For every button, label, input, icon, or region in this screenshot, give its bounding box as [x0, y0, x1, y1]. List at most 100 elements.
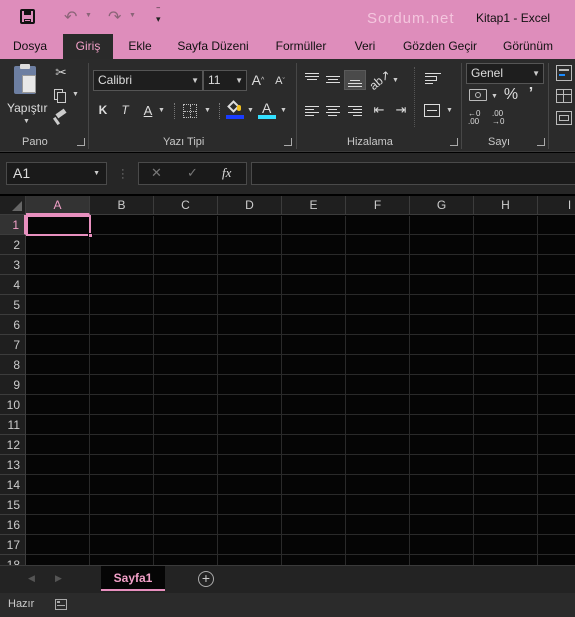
font-launcher-icon[interactable]	[284, 138, 292, 146]
font-color-icon[interactable]: A	[258, 100, 276, 120]
row-header-1[interactable]: 1	[0, 215, 26, 235]
bold-button[interactable]: K	[95, 101, 111, 119]
comma-button[interactable]: ’	[525, 85, 537, 103]
copy-dropdown-icon[interactable]: ▼	[72, 91, 79, 98]
orientation-icon[interactable]: ab↗	[367, 67, 394, 93]
worksheet-grid[interactable]: ABCDEFGHI 1 2 3 4 5 6 7 8 9 10 11 12 13 14 15 16 17 18	[0, 196, 575, 565]
row-header-2[interactable]: 2	[0, 235, 26, 255]
column-header-h[interactable]: H	[474, 196, 538, 215]
font-size-combo[interactable]: 11 ▼	[203, 70, 247, 91]
percent-button[interactable]: %	[502, 86, 520, 104]
fill-color-icon[interactable]	[226, 100, 244, 120]
add-sheet-button[interactable]: +	[198, 571, 214, 587]
currency-dropdown-icon[interactable]: ▼	[491, 93, 498, 100]
decrease-decimal-icon[interactable]: .00 →0	[492, 110, 514, 126]
sheet-nav-right-icon[interactable]: ▶	[55, 573, 62, 584]
font-color-dropdown-icon[interactable]: ▼	[280, 107, 287, 114]
tab-ekle[interactable]: Ekle	[120, 34, 160, 59]
undo-dropdown-icon[interactable]: ▼	[85, 12, 92, 19]
align-middle-icon[interactable]	[326, 74, 340, 85]
cut-icon[interactable]: ✂	[52, 63, 70, 81]
row-header-8[interactable]: 8	[0, 355, 26, 375]
row-header-9[interactable]: 9	[0, 375, 26, 395]
align-top-icon[interactable]	[305, 71, 319, 82]
paste-button[interactable]: Yapıştır ▼	[4, 63, 48, 133]
merge-dropdown-icon[interactable]: ▼	[446, 107, 453, 114]
column-header-c[interactable]: C	[154, 196, 218, 215]
borders-dropdown-icon[interactable]: ▼	[204, 107, 211, 114]
customize-qat-icon[interactable]: ‾ ▾	[156, 8, 161, 24]
row-header-10[interactable]: 10	[0, 395, 26, 415]
align-center-icon[interactable]	[326, 104, 340, 118]
sheet-nav-left-icon[interactable]: ◀	[28, 573, 35, 584]
column-header-d[interactable]: D	[218, 196, 282, 215]
tab-giris[interactable]: Giriş	[63, 34, 113, 59]
row-header-18[interactable]: 18	[0, 555, 26, 565]
column-header-g[interactable]: G	[410, 196, 474, 215]
row-header-4[interactable]: 4	[0, 275, 26, 295]
copy-icon[interactable]	[51, 86, 69, 104]
column-header-f[interactable]: F	[346, 196, 410, 215]
orientation-dropdown-icon[interactable]: ▼	[392, 77, 399, 84]
cancel-icon[interactable]: ✕	[151, 165, 162, 181]
tab-veri[interactable]: Veri	[346, 34, 384, 59]
tab-formuller[interactable]: Formüller	[267, 34, 335, 59]
column-header-i[interactable]: I	[538, 196, 575, 215]
number-launcher-icon[interactable]	[537, 138, 545, 146]
conditional-format-icon[interactable]	[556, 65, 572, 81]
increase-indent-icon[interactable]: ⇥	[392, 101, 410, 119]
font-name-combo[interactable]: Calibri ▼	[93, 70, 203, 91]
decrease-indent-icon[interactable]: ⇤	[370, 101, 388, 119]
increase-font-icon[interactable]: A ^	[250, 71, 266, 89]
row-header-5[interactable]: 5	[0, 295, 26, 315]
underline-button[interactable]: A	[140, 101, 156, 119]
cell-styles-icon[interactable]	[556, 111, 572, 125]
borders-icon[interactable]	[183, 104, 197, 118]
row-header-11[interactable]: 11	[0, 415, 26, 435]
row-header-7[interactable]: 7	[0, 335, 26, 355]
column-header-a[interactable]: A	[26, 196, 90, 215]
enter-icon[interactable]: ✓	[187, 165, 198, 181]
column-header-b[interactable]: B	[90, 196, 154, 215]
formula-input[interactable]	[251, 162, 575, 185]
formula-bar-grip-icon[interactable]: · · ·	[121, 165, 125, 184]
tab-dosya[interactable]: Dosya	[5, 34, 55, 59]
row-header-6[interactable]: 6	[0, 315, 26, 335]
undo-icon[interactable]: ↶	[64, 7, 77, 27]
row-header-15[interactable]: 15	[0, 495, 26, 515]
row-header-3[interactable]: 3	[0, 255, 26, 275]
insert-function-icon[interactable]: fx	[222, 165, 231, 181]
align-bottom-button[interactable]	[344, 70, 366, 90]
row-header-14[interactable]: 14	[0, 475, 26, 495]
fill-color-dropdown-icon[interactable]: ▼	[247, 107, 254, 114]
active-cell[interactable]	[26, 215, 91, 236]
sheet-tab-sayfa1[interactable]: Sayfa1	[101, 566, 165, 591]
underline-dropdown-icon[interactable]: ▼	[158, 107, 165, 114]
format-painter-icon[interactable]	[51, 108, 69, 127]
name-box[interactable]: A1 ▼	[6, 162, 107, 185]
decrease-font-icon[interactable]: Aˇ	[272, 73, 288, 89]
row-header-12[interactable]: 12	[0, 435, 26, 455]
format-table-icon[interactable]	[556, 89, 572, 103]
redo-dropdown-icon[interactable]: ▼	[129, 12, 136, 19]
redo-icon[interactable]: ↷	[108, 7, 121, 27]
align-left-icon[interactable]	[305, 104, 319, 118]
select-all-button[interactable]	[0, 196, 26, 215]
row-header-13[interactable]: 13	[0, 455, 26, 475]
pano-launcher-icon[interactable]	[77, 138, 85, 146]
align-launcher-icon[interactable]	[450, 138, 458, 146]
italic-button[interactable]: T	[117, 101, 133, 119]
increase-decimal-icon[interactable]: ←0.00	[468, 110, 490, 126]
tab-gozden-gecir[interactable]: Gözden Geçir	[395, 34, 485, 59]
wrap-text-icon[interactable]	[425, 71, 441, 87]
chevron-down-icon[interactable]: ▼	[93, 163, 100, 184]
number-format-combo[interactable]: Genel ▼	[466, 63, 544, 84]
row-header-17[interactable]: 17	[0, 535, 26, 555]
align-right-icon[interactable]	[348, 104, 362, 118]
row-header-16[interactable]: 16	[0, 515, 26, 535]
merge-center-icon[interactable]	[424, 104, 440, 117]
tab-gorunum[interactable]: Görünüm	[496, 34, 560, 59]
currency-icon[interactable]	[469, 89, 487, 101]
save-icon[interactable]	[20, 9, 35, 24]
macro-record-icon[interactable]	[55, 599, 67, 610]
